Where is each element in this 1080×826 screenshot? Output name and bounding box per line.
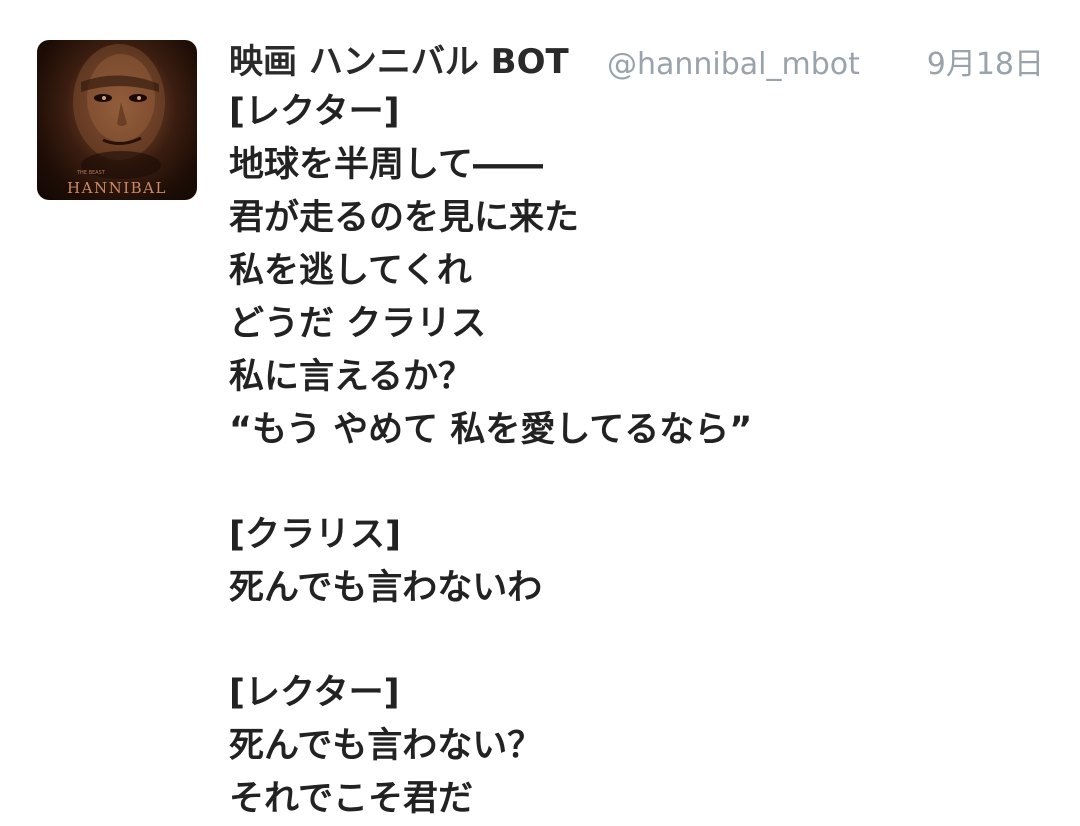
avatar-small-text: THE BEAST xyxy=(77,170,105,176)
tweet-line: [レクター] xyxy=(229,92,400,132)
display-name[interactable]: 映画 ハンニバル BOT xyxy=(229,38,569,86)
tweet-line: “もう やめて 私を愛してるなら” xyxy=(229,410,753,450)
tweet-line: [レクター] xyxy=(229,673,400,713)
tweet-line: 君が走るのを見に来た xyxy=(229,198,580,238)
tweet-line: [クラリス] xyxy=(229,515,401,555)
avatar-title: HANNIBAL xyxy=(67,179,167,197)
tweet-line: 私を逃してくれ xyxy=(229,251,472,291)
user-handle[interactable]: @hannibal_mbot xyxy=(607,41,860,89)
avatar-face-image xyxy=(73,44,165,179)
tweet-line: 私に言えるか？ xyxy=(229,357,473,397)
tweet-header: 映画 ハンニバル BOT @hannibal_mbot 9月18日 xyxy=(229,38,1044,86)
tweet-line: それでこそ君だ xyxy=(229,779,473,819)
tweet-line: どうだ クラリス xyxy=(229,304,487,344)
tweet-line: 死んでも言わないわ xyxy=(229,568,543,608)
tweet-line: 死んでも言わない？ xyxy=(229,726,543,766)
tweet[interactable]: THE BEAST HANNIBAL 映画 ハンニバル BOT @hanniba… xyxy=(0,0,1080,819)
tweet-text: [レクター] 地球を半周して―― 君が走るのを見に来た 私を逃してくれ どうだ … xyxy=(229,86,1049,826)
tweet-timestamp[interactable]: 9月18日 xyxy=(927,41,1044,89)
avatar[interactable]: THE BEAST HANNIBAL xyxy=(37,40,197,200)
tweet-line: 地球を半周して―― xyxy=(229,145,543,185)
